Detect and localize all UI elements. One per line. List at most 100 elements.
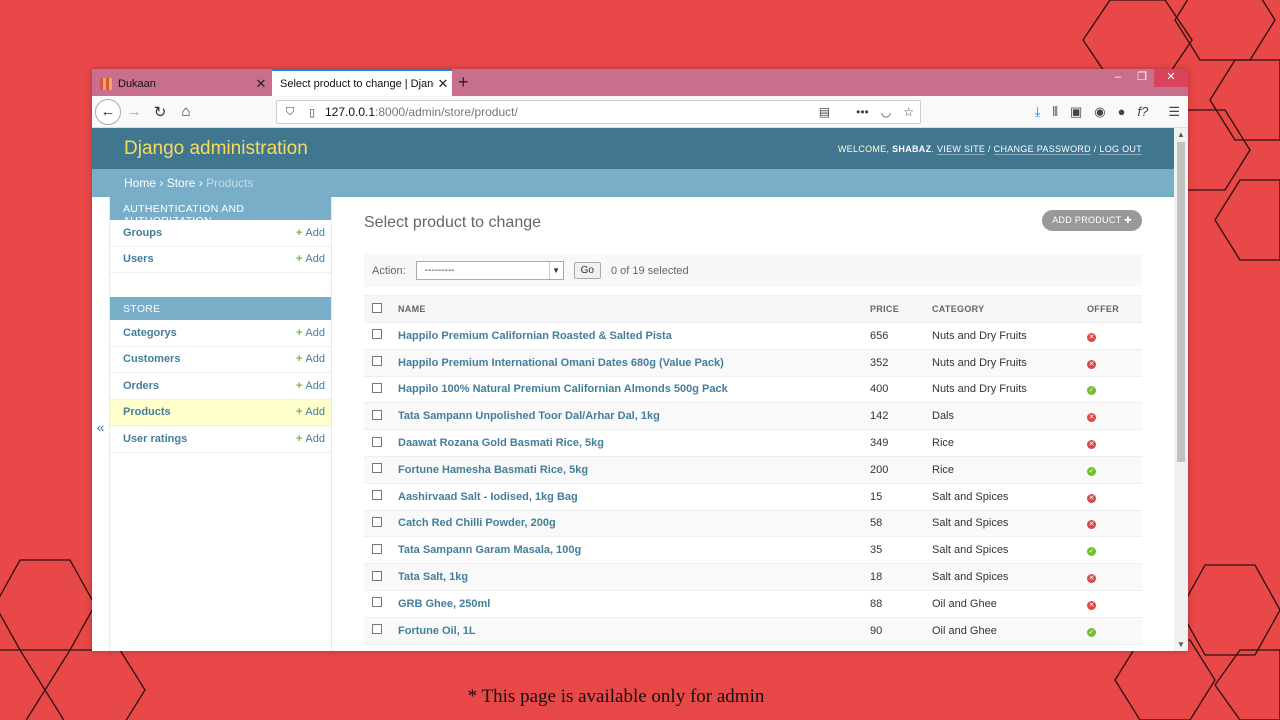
row-checkbox[interactable] xyxy=(372,570,382,581)
add-link[interactable]: + Add xyxy=(296,380,325,392)
cookie-icon[interactable]: ● xyxy=(1118,104,1126,119)
offer-cell: ✕ xyxy=(1087,322,1142,350)
row-checkbox[interactable] xyxy=(372,516,382,527)
column-header-offer[interactable]: OFFER xyxy=(1087,295,1142,323)
close-window-icon[interactable]: ✕ xyxy=(1154,69,1188,87)
function-icon[interactable]: f? xyxy=(1138,104,1149,119)
sidebar-item-label[interactable]: Groups xyxy=(123,227,162,239)
column-header-name[interactable]: NAME xyxy=(398,295,870,323)
row-select-cell xyxy=(364,376,398,404)
menu-icon[interactable]: ☰ xyxy=(1168,104,1180,120)
offer-cell: ✕ xyxy=(1087,483,1142,511)
product-link[interactable]: Daawat Rozana Gold Basmati Rice, 5kg xyxy=(398,437,604,449)
restore-icon[interactable]: ❐ xyxy=(1130,69,1154,87)
scrollbar-thumb[interactable] xyxy=(1177,142,1185,462)
category-cell: Nuts and Dry Fruits xyxy=(932,349,1087,377)
pocket-icon[interactable]: ◡ xyxy=(881,105,891,119)
add-link[interactable]: + Add xyxy=(296,353,325,365)
add-link[interactable]: + Add xyxy=(296,327,325,339)
toggle-sidebar-button[interactable]: « xyxy=(92,197,110,651)
add-link[interactable]: + Add xyxy=(296,253,325,265)
price-cell: 58 xyxy=(870,510,932,538)
row-checkbox[interactable] xyxy=(372,543,382,554)
new-tab-icon[interactable]: + xyxy=(458,72,469,93)
log-out-link[interactable]: LOG OUT xyxy=(1099,143,1142,155)
add-link[interactable]: + Add xyxy=(296,433,325,445)
view-site-link[interactable]: VIEW SITE xyxy=(937,143,986,155)
action-select[interactable]: --------- ▼ xyxy=(415,261,564,280)
sidebar-item-orders[interactable]: Orders + Add xyxy=(110,373,331,400)
sidebar-item-label[interactable]: Users xyxy=(123,253,154,265)
sidebar-item-label[interactable]: Customers xyxy=(123,353,180,365)
add-product-button[interactable]: ADD PRODUCT ✚ xyxy=(1042,210,1142,231)
sidebar-item-categorys[interactable]: Categorys + Add xyxy=(110,320,331,347)
product-link[interactable]: Catch Red Chilli Powder, 200g xyxy=(398,517,556,529)
column-header-category[interactable]: CATEGORY xyxy=(932,295,1087,323)
row-checkbox[interactable] xyxy=(372,490,382,501)
reader-view-icon[interactable]: ▤ xyxy=(819,105,830,119)
reload-icon[interactable]: ↻ xyxy=(147,99,173,125)
product-link[interactable]: GRB Ghee, 250ml xyxy=(398,598,490,610)
account-icon[interactable]: ◉ xyxy=(1094,104,1105,120)
sidebar-item-label[interactable]: Products xyxy=(123,406,171,418)
close-icon[interactable]: ✕ xyxy=(434,76,452,92)
column-header-price[interactable]: PRICE xyxy=(870,295,932,323)
row-checkbox[interactable] xyxy=(372,436,382,447)
sidebar-item-users[interactable]: Users + Add xyxy=(110,247,331,273)
url-bar[interactable]: ⛉ ▯ 127.0.0.1:8000/admin/store/product/ … xyxy=(276,100,921,124)
breadcrumb-store[interactable]: Store xyxy=(167,176,196,190)
back-icon[interactable]: ← xyxy=(95,98,121,125)
row-checkbox[interactable] xyxy=(372,463,382,474)
product-link[interactable]: Tata Sampann Unpolished Toor Dal/Arhar D… xyxy=(398,410,660,422)
row-checkbox[interactable] xyxy=(372,597,382,608)
download-icon[interactable]: ⤓ xyxy=(1035,104,1041,120)
breadcrumb: Home › Store › Products xyxy=(92,169,1174,197)
sidebar-icon[interactable]: ▣ xyxy=(1070,104,1082,120)
scroll-down-icon[interactable]: ▼ xyxy=(1177,640,1185,649)
module-caption[interactable]: STORE xyxy=(110,297,331,320)
library-icon[interactable]: ⫴ xyxy=(1053,104,1058,120)
sidebar-item-products[interactable]: Products + Add xyxy=(110,399,331,426)
add-link[interactable]: + Add xyxy=(296,227,325,239)
add-link[interactable]: + Add xyxy=(296,406,325,418)
scrollbar[interactable]: ▲ ▼ xyxy=(1174,128,1188,651)
go-button[interactable]: Go xyxy=(573,262,601,279)
product-link[interactable]: Fortune Oil, 1L xyxy=(398,625,476,637)
product-link[interactable]: Tata Salt, 1kg xyxy=(398,571,468,583)
forward-icon[interactable]: → xyxy=(121,99,147,125)
add-label: Add xyxy=(305,406,325,419)
breadcrumb-home[interactable]: Home xyxy=(124,176,156,190)
close-icon[interactable]: ✕ xyxy=(252,76,270,92)
module-caption[interactable]: AUTHENTICATION AND AUTHORIZATION xyxy=(110,197,331,227)
sidebar-item-customers[interactable]: Customers + Add xyxy=(110,347,331,373)
product-link[interactable]: Happilo Premium International Omani Date… xyxy=(398,357,724,369)
product-link[interactable]: Fortune Hamesha Basmati Rice, 5kg xyxy=(398,464,588,476)
product-link[interactable]: Happilo 100% Natural Premium Californian… xyxy=(398,383,728,395)
shield-icon[interactable]: ⛉ xyxy=(281,106,299,119)
select-all-checkbox[interactable] xyxy=(372,303,382,313)
product-link[interactable]: Happilo Premium Californian Roasted & Sa… xyxy=(398,330,672,342)
sidebar-item-label[interactable]: Categorys xyxy=(123,327,177,339)
sidebar-item-label[interactable]: Orders xyxy=(123,380,159,392)
scroll-up-icon[interactable]: ▲ xyxy=(1177,130,1185,139)
row-checkbox[interactable] xyxy=(372,356,382,367)
sidebar-item-label[interactable]: User ratings xyxy=(123,433,187,445)
row-checkbox[interactable] xyxy=(372,382,382,393)
product-link[interactable]: Aashirvaad Salt - Iodised, 1kg Bag xyxy=(398,491,578,503)
bookmark-star-icon[interactable]: ☆ xyxy=(903,105,914,119)
admin-brand[interactable]: Django administration xyxy=(124,138,308,160)
change-password-link[interactable]: CHANGE PASSWORD xyxy=(993,143,1091,155)
home-icon[interactable]: ⌂ xyxy=(173,99,199,125)
tab-dukaan[interactable]: Dukaan ✕ xyxy=(92,71,270,96)
row-checkbox[interactable] xyxy=(372,409,382,420)
minimize-icon[interactable]: – xyxy=(1106,69,1130,87)
page-info-icon[interactable]: ▯ xyxy=(303,106,321,119)
more-icon[interactable]: ••• xyxy=(856,105,869,119)
row-checkbox[interactable] xyxy=(372,329,382,340)
table-row: Daawat Rozana Gold Basmati Rice, 5kg 349 R… xyxy=(364,429,1142,457)
row-checkbox[interactable] xyxy=(372,624,382,635)
tab-admin[interactable]: Select product to change | Django site a… xyxy=(272,69,452,96)
product-link[interactable]: Tata Sampann Garam Masala, 100g xyxy=(398,544,581,556)
toolbar-right: ⤓ ⫴ ▣ ◉ ● f? ☰ xyxy=(1035,104,1180,120)
sidebar-item-user-ratings[interactable]: User ratings + Add xyxy=(110,426,331,453)
